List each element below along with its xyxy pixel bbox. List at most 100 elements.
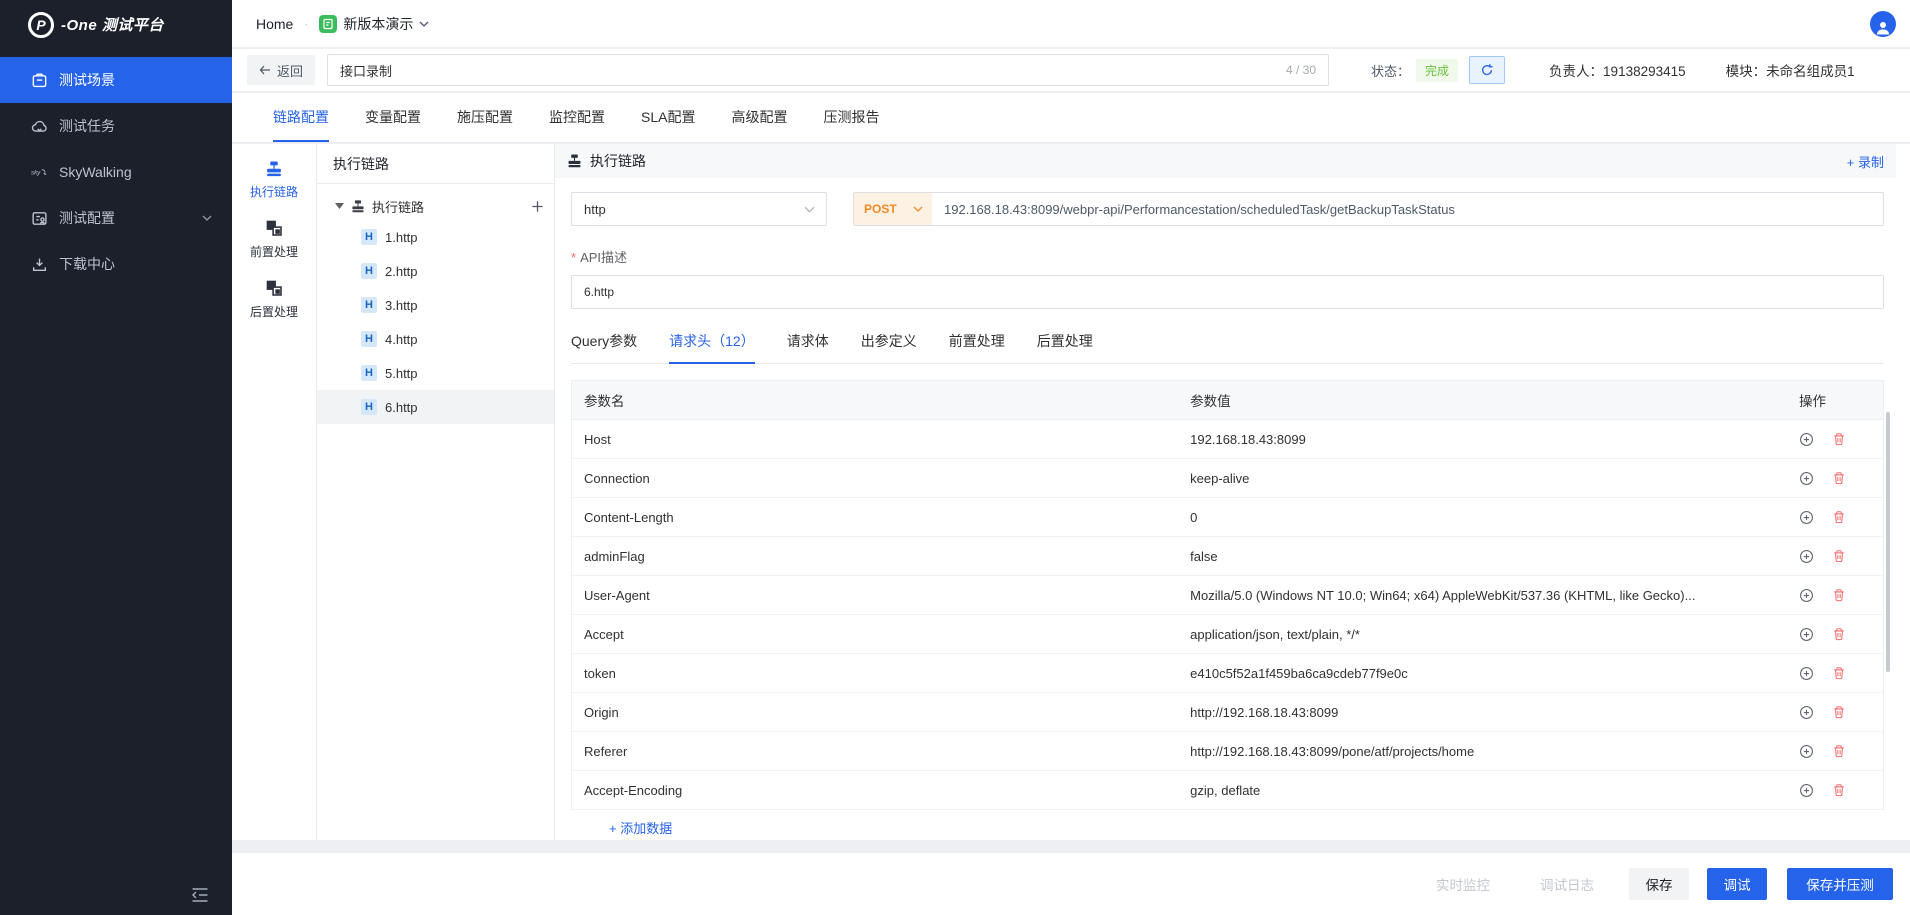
sub-item-pre-process[interactable]: 前置处理: [232, 210, 316, 270]
add-row-icon[interactable]: [1799, 432, 1814, 447]
sidebar-collapse-icon[interactable]: [191, 887, 209, 903]
debug-log-button[interactable]: 调试日志: [1540, 868, 1594, 900]
refresh-status-button[interactable]: [1469, 56, 1505, 84]
protocol-select[interactable]: http: [571, 192, 827, 226]
tab-link-config[interactable]: 链路配置: [273, 93, 329, 142]
sub-item-exec-chain[interactable]: 执行链路: [232, 152, 316, 210]
breadcrumb-home[interactable]: Home: [256, 16, 293, 32]
save-and-stress-button[interactable]: 保存并压测: [1787, 868, 1893, 900]
tab-sla-config[interactable]: SLA配置: [641, 93, 695, 142]
col-param-value: 参数值: [1188, 390, 1793, 410]
add-row-icon[interactable]: [1799, 627, 1814, 642]
table-scrollbar[interactable]: [1886, 412, 1890, 672]
sidebar-item-label: 测试任务: [59, 116, 115, 136]
tree-panel-title: 执行链路: [317, 144, 554, 184]
tree-item-6-http[interactable]: H 6.http: [317, 390, 554, 424]
tab-post-process[interactable]: 后置处理: [1037, 331, 1093, 363]
delete-row-icon[interactable]: [1832, 744, 1846, 758]
action-footer: 实时监控 调试日志 保存 调试 保存并压测: [232, 853, 1910, 915]
config-doc-icon: [31, 210, 48, 227]
sub-item-post-process[interactable]: 后置处理: [232, 270, 316, 330]
delete-row-icon[interactable]: [1832, 432, 1846, 446]
add-node-icon[interactable]: [531, 200, 544, 213]
tree-item-2-http[interactable]: H 2.http: [317, 254, 554, 288]
add-row-icon[interactable]: [1799, 471, 1814, 486]
tree-root-node[interactable]: 执行链路: [317, 192, 554, 220]
param-name: Accept-Encoding: [572, 783, 1188, 798]
module-value: 未命名组成员1: [1766, 64, 1855, 79]
api-desc-label-text: API描述: [580, 250, 627, 265]
sidebar-item-test-config[interactable]: 测试配置: [0, 195, 232, 241]
add-row-icon[interactable]: [1799, 744, 1814, 759]
debug-button[interactable]: 调试: [1707, 868, 1767, 900]
user-avatar[interactable]: [1870, 11, 1896, 37]
delete-row-icon[interactable]: [1832, 705, 1846, 719]
app-root: P -One 测试平台 测试场景 测试任务: [0, 0, 1910, 915]
table-row: adminFlag false: [572, 537, 1883, 576]
record-link[interactable]: + 录制: [1847, 152, 1884, 171]
tree-item-4-http[interactable]: H 4.http: [317, 322, 554, 356]
api-desc-input[interactable]: [571, 275, 1884, 309]
request-line: http POST: [571, 192, 1884, 226]
delete-row-icon[interactable]: [1832, 783, 1846, 797]
table-row: Content-Length 0: [572, 498, 1883, 537]
tab-variable-config[interactable]: 变量配置: [365, 93, 421, 142]
tree-item-5-http[interactable]: H 5.http: [317, 356, 554, 390]
param-value: application/json, text/plain, */*: [1188, 627, 1793, 642]
realtime-monitor-button[interactable]: 实时监控: [1436, 868, 1490, 900]
delete-row-icon[interactable]: [1832, 510, 1846, 524]
delete-row-icon[interactable]: [1832, 627, 1846, 641]
add-data-link[interactable]: + 添加数据: [609, 818, 672, 837]
tree-item-label: 1.http: [385, 230, 418, 245]
tree-item-3-http[interactable]: H 3.http: [317, 288, 554, 322]
param-name: token: [572, 666, 1188, 681]
api-desc-label: *API描述: [571, 247, 1884, 266]
http-badge: H: [361, 365, 377, 381]
add-row-icon[interactable]: [1799, 510, 1814, 525]
delete-row-icon[interactable]: [1832, 549, 1846, 563]
tree-item-1-http[interactable]: H 1.http: [317, 220, 554, 254]
back-button[interactable]: 返回: [247, 55, 315, 85]
http-badge: H: [361, 263, 377, 279]
delete-row-icon[interactable]: [1832, 471, 1846, 485]
delete-row-icon[interactable]: [1832, 666, 1846, 680]
tab-advanced-config[interactable]: 高级配置: [731, 93, 787, 142]
sidebar-item-download-center[interactable]: 下载中心: [0, 241, 232, 287]
param-value: http://192.168.18.43:8099: [1188, 705, 1793, 720]
tree-item-label: 3.http: [385, 298, 418, 313]
module-label: 模块：: [1726, 64, 1767, 79]
add-row-icon[interactable]: [1799, 783, 1814, 798]
sidebar-menu: 测试场景 测试任务 sky SkyWalking: [0, 57, 232, 287]
sidebar-item-test-scene[interactable]: 测试场景: [0, 57, 232, 103]
tree-item-label: 2.http: [385, 264, 418, 279]
param-name: Host: [572, 432, 1188, 447]
tab-pressure-config[interactable]: 施压配置: [457, 93, 513, 142]
tab-request-headers[interactable]: 请求头（12）: [669, 331, 755, 363]
add-row-icon[interactable]: [1799, 666, 1814, 681]
sidebar-item-label: 测试配置: [59, 208, 115, 228]
tab-pre-process[interactable]: 前置处理: [949, 331, 1005, 363]
tab-request-body[interactable]: 请求体: [787, 331, 829, 363]
editor-header: 执行链路 + 录制: [555, 144, 1896, 178]
logo-text: -One 测试平台: [61, 14, 164, 35]
tab-output-params[interactable]: 出参定义: [861, 331, 917, 363]
content-area: 执行链路 前置处理 后置处理 执行链路: [232, 144, 1910, 840]
tab-query-params[interactable]: Query参数: [571, 331, 637, 363]
sidebar-item-skywalking[interactable]: sky SkyWalking: [0, 149, 232, 195]
chevron-down-icon: [419, 21, 429, 27]
chain-tree-panel: 执行链路 执行链路 H 1.http: [317, 144, 555, 840]
add-row-icon[interactable]: [1799, 705, 1814, 720]
method-select[interactable]: POST: [854, 193, 932, 225]
project-selector[interactable]: 新版本演示: [319, 14, 429, 34]
save-button[interactable]: 保存: [1629, 868, 1689, 900]
add-row-icon[interactable]: [1799, 588, 1814, 603]
tab-monitor-config[interactable]: 监控配置: [549, 93, 605, 142]
tab-stress-report[interactable]: 压测报告: [823, 93, 879, 142]
add-row-icon[interactable]: [1799, 549, 1814, 564]
scene-toolbar: 返回 接口录制 4 / 30 状态： 完成 负责人：19138293415 模块…: [232, 49, 1910, 92]
url-input[interactable]: [932, 193, 1883, 225]
table-row: Connection keep-alive: [572, 459, 1883, 498]
scene-name-input[interactable]: 接口录制 4 / 30: [327, 54, 1329, 86]
sidebar-item-test-task[interactable]: 测试任务: [0, 103, 232, 149]
delete-row-icon[interactable]: [1832, 588, 1846, 602]
